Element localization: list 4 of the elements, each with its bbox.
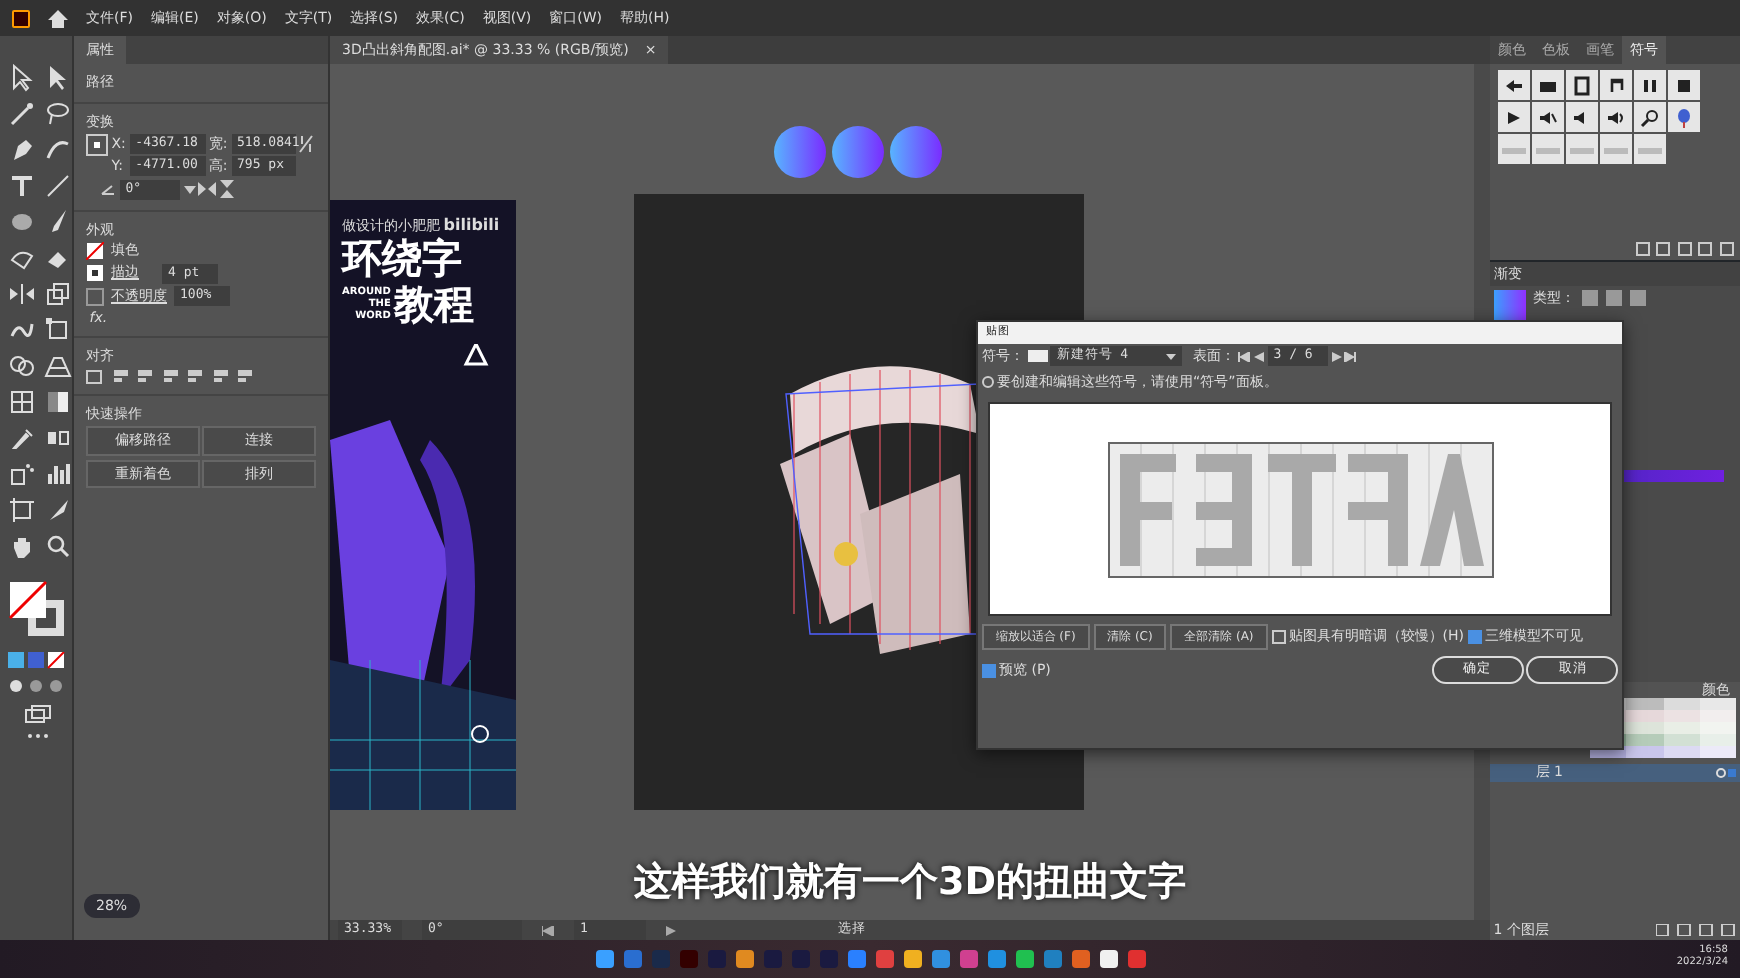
subtitle-caption: 这样我们就有一个3D的扭曲文字 [632, 860, 1188, 906]
poster-title: 环绕字 [342, 235, 464, 280]
brand-text: bilibili [443, 216, 500, 236]
poster-title: 教程 [394, 279, 475, 328]
